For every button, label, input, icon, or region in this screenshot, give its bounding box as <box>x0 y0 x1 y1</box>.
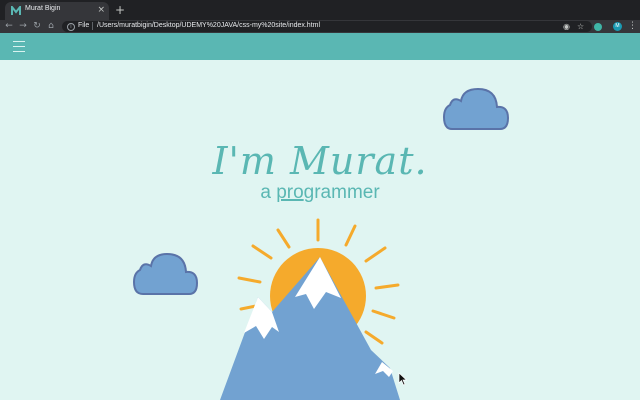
browser-tab-bar: Murat Bigin × + <box>0 0 640 20</box>
forward-icon[interactable]: → <box>17 20 29 33</box>
subtitle-underlined: pro <box>276 182 304 203</box>
murat-favicon-icon <box>11 6 21 15</box>
address-bar[interactable]: i File /Users/muratbigin/Desktop/UDEMY%2… <box>62 21 592 32</box>
hero-headline: I'm Murat. <box>212 139 428 183</box>
browser-menu-icon[interactable]: ⋮ <box>628 20 637 33</box>
profile-avatar[interactable]: M <box>613 22 622 31</box>
extension-icon[interactable] <box>594 23 602 31</box>
new-tab-button[interactable]: + <box>115 3 125 17</box>
hamburger-icon[interactable] <box>13 41 25 52</box>
hero-section <box>0 60 640 400</box>
subtitle-suffix: grammer <box>303 182 380 203</box>
tab-title: Murat Bigin <box>25 5 61 12</box>
reload-icon[interactable]: ↻ <box>31 20 43 33</box>
camera-blocked-icon[interactable]: ◉ <box>563 22 570 31</box>
address-divider <box>92 22 93 30</box>
address-url[interactable]: /Users/muratbigin/Desktop/UDEMY%20JAVA/c… <box>97 22 320 29</box>
site-nav-bar <box>0 33 640 60</box>
back-icon[interactable]: ← <box>3 20 15 33</box>
tab-close-icon[interactable]: × <box>97 4 105 16</box>
bookmark-star-icon[interactable]: ☆ <box>577 22 584 31</box>
hero-subtitle: a programmer <box>0 181 640 205</box>
browser-toolbar: ← → ↻ ⌂ i File /Users/muratbigin/Desktop… <box>0 20 640 33</box>
address-scheme-chip: File <box>78 22 90 29</box>
info-icon[interactable]: i <box>67 23 75 31</box>
subtitle-prefix: a <box>260 182 277 203</box>
browser-tab[interactable]: Murat Bigin × <box>5 2 109 20</box>
home-icon[interactable]: ⌂ <box>45 20 57 33</box>
